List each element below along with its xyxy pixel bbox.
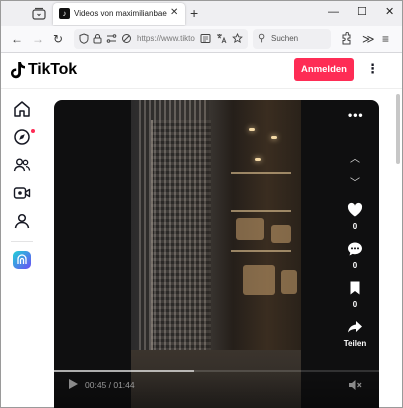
video-scene-light [255, 158, 261, 161]
tab-close-icon[interactable]: ✕ [170, 7, 178, 19]
play-icon[interactable] [68, 378, 79, 390]
video-scene-object [236, 218, 264, 240]
forward-button[interactable]: → [32, 32, 44, 46]
sidebar [1, 89, 45, 407]
url-bar[interactable]: https://www.tiktok.com [74, 29, 248, 49]
sidebar-divider [11, 241, 33, 242]
bookmark-count: 0 [352, 300, 358, 309]
video-more-button[interactable]: ••• [348, 108, 364, 122]
video-scene-object [243, 265, 275, 295]
sidebar-item-profile[interactable] [13, 212, 31, 230]
site-header: TikTok Anmelden ⋮ [1, 53, 402, 89]
tab-list-icon[interactable] [32, 7, 46, 20]
avatar-glyph-icon [17, 254, 27, 264]
video-scene-door [151, 120, 211, 360]
video-frame[interactable] [131, 100, 301, 408]
person-icon [14, 213, 30, 229]
browser-window: ♪ Videos von maximilianbaehring ✕ + — ☐ … [0, 0, 403, 408]
search-icon: ⚲ [258, 33, 266, 44]
page-scrollbar-thumb[interactable] [396, 94, 400, 164]
login-button[interactable]: Anmelden [294, 58, 354, 81]
search-bar[interactable]: ⚲ Suchen [253, 29, 331, 49]
progress-fill [54, 370, 194, 372]
more-menu-button[interactable]: ⋮ [366, 60, 379, 78]
extensions-icon[interactable] [341, 32, 352, 45]
tiktok-logo-text[interactable]: TikTok [28, 60, 77, 80]
close-window-button[interactable]: ✕ [385, 5, 394, 19]
heart-icon [347, 202, 363, 217]
notification-dot [31, 129, 35, 133]
maximize-button[interactable]: ☐ [357, 5, 367, 19]
comment-action[interactable]: 0 [336, 241, 374, 271]
lock-icon[interactable] [93, 33, 102, 44]
active-tab[interactable]: ♪ Videos von maximilianbaehring ✕ [53, 3, 185, 25]
sidebar-item-live[interactable] [13, 184, 31, 202]
share-arrow-icon [348, 321, 362, 333]
tracking-icon[interactable] [121, 33, 132, 44]
permissions-icon[interactable] [106, 33, 117, 44]
video-scene-shelf [231, 210, 291, 212]
back-button[interactable]: ← [11, 32, 23, 46]
translate-icon[interactable] [216, 33, 227, 44]
search-placeholder: Suchen [271, 34, 299, 43]
navigation-bar: ← → ↻ https://www.tiktok.com [1, 26, 402, 53]
creator-avatar[interactable] [13, 251, 31, 269]
bookmark-star-icon[interactable] [232, 33, 243, 44]
overflow-button[interactable]: ≫ [362, 32, 375, 46]
video-scene-light [271, 136, 277, 139]
share-label: Teilen [343, 339, 367, 348]
new-tab-button[interactable]: + [190, 5, 198, 21]
shield-icon[interactable] [79, 33, 89, 44]
home-icon [14, 101, 30, 117]
reload-button[interactable]: ↻ [53, 32, 63, 46]
like-action[interactable]: 0 [336, 202, 374, 232]
sidebar-item-explore[interactable] [13, 128, 31, 146]
video-scene-object [271, 225, 291, 243]
people-icon [13, 158, 31, 172]
bookmark-action[interactable]: 0 [336, 280, 374, 310]
url-text[interactable]: https://www.tiktok.com [137, 33, 195, 45]
tiktok-favicon-icon: ♪ [59, 8, 70, 19]
bookmark-icon [350, 281, 360, 295]
video-time: 00:45 / 01:44 [85, 380, 135, 390]
compass-icon [14, 129, 30, 145]
previous-video-button[interactable]: ︿ [345, 150, 365, 170]
comment-icon [348, 242, 362, 256]
video-scene-light [249, 128, 255, 131]
tab-strip: ♪ Videos von maximilianbaehring ✕ + — ☐ … [1, 1, 402, 26]
video-player[interactable]: ••• ︿ ﹀ 0 0 0 Teilen 00:45 / 01:44 [54, 100, 379, 408]
app-menu-button[interactable]: ≡ [382, 32, 389, 46]
sidebar-item-following[interactable] [13, 156, 31, 174]
next-video-button[interactable]: ﹀ [345, 174, 365, 194]
video-scene-object [281, 270, 297, 294]
video-scene-shelf [231, 250, 291, 252]
live-icon [13, 187, 31, 199]
comment-count: 0 [352, 261, 358, 270]
like-count: 0 [352, 222, 358, 231]
video-scene-shelf [231, 172, 291, 174]
share-action[interactable]: Teilen [336, 319, 374, 349]
muted-speaker-icon[interactable] [348, 378, 362, 392]
tab-title: Videos von maximilianbaehring [74, 9, 167, 18]
sidebar-item-home[interactable] [13, 100, 31, 118]
minimize-button[interactable]: — [328, 5, 339, 19]
reader-view-icon[interactable] [200, 33, 211, 44]
progress-bar[interactable] [54, 370, 379, 372]
tiktok-logo-icon[interactable] [11, 61, 27, 79]
